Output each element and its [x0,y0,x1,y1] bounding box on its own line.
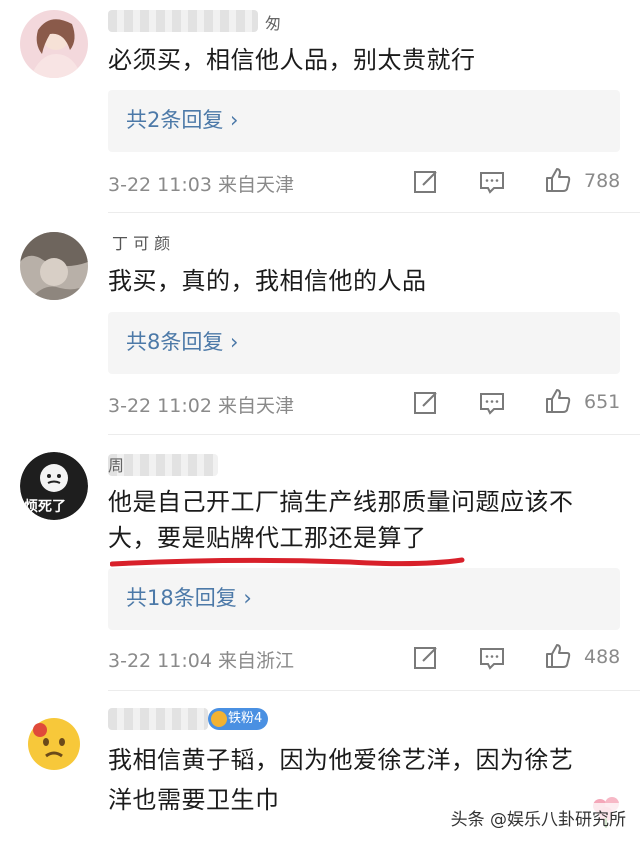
comment-icon[interactable] [478,644,506,672]
comment-meta: 3-22 11:02 来自天津 [108,395,294,417]
like-count: 488 [584,646,621,668]
like-count: 651 [584,391,621,413]
username[interactable] [108,10,258,32]
username[interactable] [108,454,218,476]
avatar[interactable] [20,232,88,300]
like-count: 788 [584,170,621,192]
username-fragment: 匆 [265,14,282,33]
edit-icon[interactable] [412,644,440,672]
replies-label: 共18条回复 › [126,586,252,610]
edit-icon[interactable] [412,168,440,196]
comment-icon[interactable] [478,168,506,196]
divider [108,434,640,435]
replies-link[interactable]: 共2条回复 › [108,90,620,152]
thumbs-up-icon[interactable] [544,642,572,670]
replies-link[interactable]: 共8条回复 › [108,312,620,374]
replies-link[interactable]: 共18条回复 › [108,568,620,630]
comment-text: 必须买，相信他人品，别太贵就行 [108,46,476,74]
fan-badge: 铁粉4 [208,708,269,730]
username[interactable] [108,708,208,730]
thumbs-up-icon[interactable] [544,387,572,415]
replies-label: 共2条回复 › [126,108,239,132]
username-fragment: 周 [108,456,125,475]
avatar[interactable] [20,708,88,776]
comment-meta: 3-22 11:04 来自浙江 [108,650,294,672]
comment-text-line-1: 我相信黄子韬，因为他爱徐艺洋，因为徐艺 [108,746,574,774]
avatar[interactable] [20,10,88,78]
fan-badge-icon [211,711,227,727]
divider [108,690,640,691]
thumbs-up-icon[interactable] [544,166,572,194]
divider [108,212,640,213]
comment-meta: 3-22 11:03 来自天津 [108,174,294,196]
fan-badge-label: 铁粉4 [228,711,263,726]
avatar[interactable]: 烦死了 [20,452,88,520]
username-fragment: 丁 可 颜 [112,234,171,253]
comment-text-line-1: 他是自己开工厂搞生产线那质量问题应该不 [108,488,574,516]
watermark: 头条 @娱乐八卦研究所 [446,803,630,832]
edit-icon[interactable] [412,389,440,417]
comment-text: 我买，真的，我相信他的人品 [108,267,427,295]
avatar-caption: 烦死了 [24,499,66,515]
replies-label: 共8条回复 › [126,330,239,354]
comment-icon[interactable] [478,389,506,417]
